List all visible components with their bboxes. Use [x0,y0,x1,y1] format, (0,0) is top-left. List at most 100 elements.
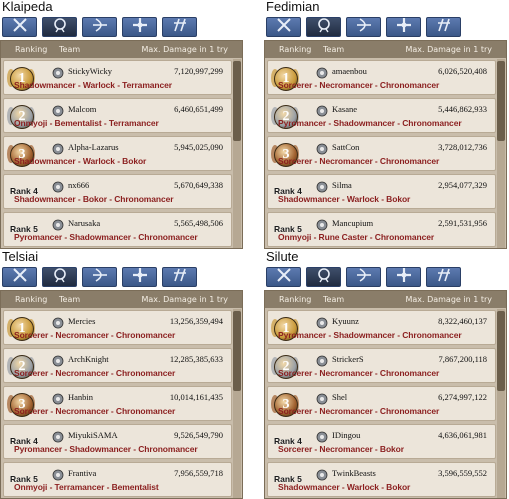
player-name: StickyWicky [68,66,113,76]
class-tabs [266,267,461,288]
wizard-class-icon [50,267,70,287]
class-combination: Shadowmancer - Warlock - Bokor [278,194,411,204]
class-combination: Pyromancer - Shadowmancer - Chronomancer [14,232,198,242]
player-name: Mancupium [332,218,374,228]
max-damage-value: 9,526,549,790 [174,430,223,440]
tab-cleric-class[interactable] [122,17,157,37]
archer-class-icon [354,17,374,37]
tab-scout-class[interactable] [162,267,197,287]
table-row[interactable]: Rank 5 TwinkBeasts 3,596,559,552 Shadowmanc… [267,462,496,497]
tab-wizard-class[interactable] [42,17,77,37]
swordsman-class-icon [10,267,30,287]
tab-swordsman-class[interactable] [266,17,301,37]
class-combination: Pyromancer - Shadowmancer - Chronomancer [278,118,462,128]
max-damage-value: 7,120,997,299 [174,66,223,76]
wizard-class-icon [314,267,334,287]
server-title: Silute [266,249,299,264]
player-name: Shel [332,392,348,402]
panel-silute: Silute Ranking Team Max. Damage in 1 try 1 Ky… [264,249,507,499]
table-header: Ranking Team Max. Damage in 1 try [265,291,506,308]
tab-wizard-class[interactable] [306,267,341,287]
tab-scout-class[interactable] [162,17,197,37]
tab-wizard-class[interactable] [306,17,341,37]
max-damage-value: 5,670,649,338 [174,180,223,190]
class-combination: Onmyoji - Terramancer - Bementalist [14,482,159,492]
scrollbar-thumb[interactable] [233,311,241,391]
table-row[interactable]: Rank 5 Narusaka 5,565,498,506 Pyromancer - … [3,212,232,247]
table-row[interactable]: 2 Kasane 5,446,862,933 Pyromancer - Shadowm… [267,98,496,133]
player-avatar-icon [51,468,64,481]
tab-scout-class[interactable] [426,17,461,37]
max-damage-value: 8,322,460,137 [438,316,487,326]
panel-fedimian: Fedimian Ranking Team Max. Damage in 1 try 1… [264,0,507,249]
ranking-board: Ranking Team Max. Damage in 1 try 1 Kyuunz 8,… [264,290,507,499]
table-header: Ranking Team Max. Damage in 1 try [1,41,242,58]
player-avatar-icon [51,218,64,231]
player-avatar-icon [51,142,64,155]
table-header: Ranking Team Max. Damage in 1 try [1,291,242,308]
player-avatar-icon [315,316,328,329]
max-damage-value: 3,728,012,736 [438,142,487,152]
table-row[interactable]: 2 StrickerS 7,867,200,118 Sorcerer - Necrom… [267,348,496,383]
max-damage-value: 7,956,559,718 [174,468,223,478]
table-row[interactable]: 2 Malcom 6,460,651,499 Onmyoji - Bementalis… [3,98,232,133]
player-name: Frantiva [68,468,97,478]
player-avatar-icon [51,354,64,367]
player-name: SattCon [332,142,360,152]
scrollbar-thumb[interactable] [233,61,241,141]
tab-cleric-class[interactable] [122,267,157,287]
column-max-damage: Max. Damage in 1 try [141,45,228,54]
table-row[interactable]: 1 amaenbou 6,026,520,408 Sorcerer - Necroma… [267,60,496,95]
class-combination: Sorcerer - Necromancer - Chronomancer [14,368,176,378]
table-row[interactable]: Rank 4 IDingou 4,636,061,981 Sorcerer - Nec… [267,424,496,459]
tab-archer-class[interactable] [82,267,117,287]
tab-archer-class[interactable] [82,17,117,37]
tab-swordsman-class[interactable] [266,267,301,287]
table-row[interactable]: 3 Alpha-Lazarus 5,945,025,090 Shadowmancer … [3,136,232,171]
table-row[interactable]: 1 Kyuunz 8,322,460,137 Pyromancer - Shadowm… [267,310,496,345]
table-row[interactable]: Rank 4 nx666 5,670,649,338 Shadowmancer - B… [3,174,232,209]
class-tabs [266,17,461,38]
class-tabs [2,17,197,38]
table-row[interactable]: Rank 4 Silma 2,954,077,329 Shadowmancer - W… [267,174,496,209]
swordsman-class-icon [274,267,294,287]
player-name: StrickerS [332,354,364,364]
tab-cleric-class[interactable] [386,17,421,37]
tab-archer-class[interactable] [346,17,381,37]
table-row[interactable]: 3 Hanbin 10,014,161,435 Sorcerer - Necroman… [3,386,232,421]
column-ranking: Ranking [279,295,312,304]
panel-telsiai: Telsiai Ranking Team Max. Damage in 1 try 1 M… [0,249,243,499]
scrollbar-thumb[interactable] [497,311,505,391]
table-row[interactable]: Rank 4 MiyukiSAMA 9,526,549,790 Pyromancer … [3,424,232,459]
server-title: Telsiai [2,249,39,264]
table-row[interactable]: 1 Mercies 13,256,359,494 Sorcerer - Necroma… [3,310,232,345]
column-ranking: Ranking [15,295,48,304]
class-combination: Shadowmancer - Warlock - Terramancer [14,80,172,90]
player-avatar-icon [315,142,328,155]
max-damage-value: 6,460,651,499 [174,104,223,114]
class-combination: Onmyoji - Rune Caster - Chronomancer [278,232,435,242]
table-row[interactable]: 3 SattCon 3,728,012,736 Sorcerer - Necroman… [267,136,496,171]
max-damage-value: 5,565,498,506 [174,218,223,228]
player-avatar-icon [315,468,328,481]
column-max-damage: Max. Damage in 1 try [405,45,492,54]
max-damage-value: 6,026,520,408 [438,66,487,76]
tab-swordsman-class[interactable] [2,17,37,37]
scout-class-icon [434,267,454,287]
tab-archer-class[interactable] [346,267,381,287]
player-name: amaenbou [332,66,367,76]
table-row[interactable]: Rank 5 Mancupium 2,591,531,956 Onmyoji - Ru… [267,212,496,247]
column-team: Team [323,295,345,304]
table-row[interactable]: 1 StickyWicky 7,120,997,299 Shadowmancer - … [3,60,232,95]
class-combination: Shadowmancer - Warlock - Bokor [278,482,411,492]
tab-wizard-class[interactable] [42,267,77,287]
class-combination: Sorcerer - Necromancer - Chronomancer [14,330,176,340]
archer-class-icon [354,267,374,287]
table-row[interactable]: 2 ArchKnight 12,285,385,633 Sorcerer - Necr… [3,348,232,383]
scrollbar-thumb[interactable] [497,61,505,141]
tab-swordsman-class[interactable] [2,267,37,287]
table-row[interactable]: Rank 5 Frantiva 7,956,559,718 Onmyoji - Ter… [3,462,232,497]
tab-cleric-class[interactable] [386,267,421,287]
tab-scout-class[interactable] [426,267,461,287]
table-row[interactable]: 3 Shel 6,274,997,122 Sorcerer - Necromancer… [267,386,496,421]
